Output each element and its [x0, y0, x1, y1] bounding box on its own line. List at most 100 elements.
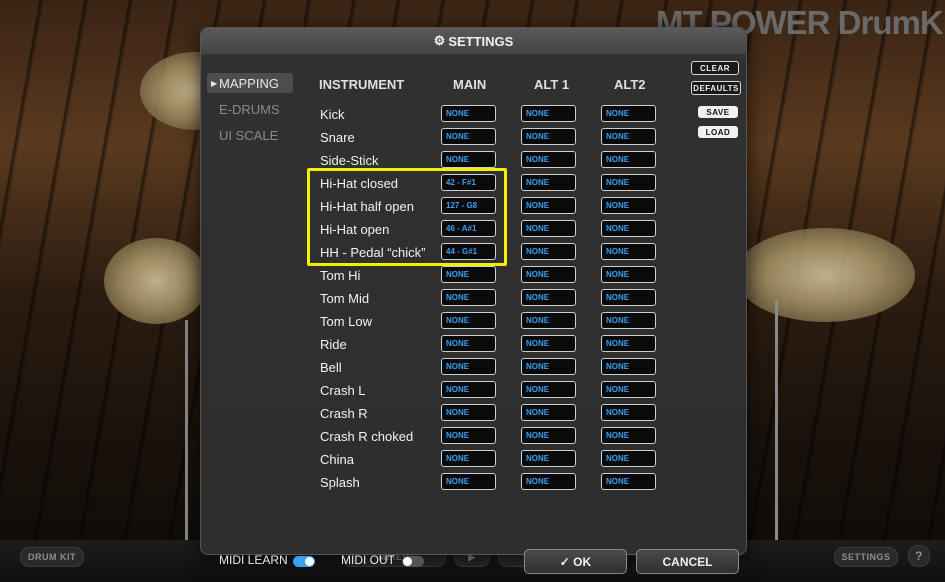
mapping-field-alt1[interactable]: NONE	[521, 358, 576, 375]
mapping-field-alt1[interactable]: NONE	[521, 197, 576, 214]
mapping-field-alt2[interactable]: NONE	[601, 404, 656, 421]
col-header-instrument: INSTRUMENT	[319, 77, 405, 92]
mapping-field-alt1[interactable]: NONE	[521, 151, 576, 168]
instrument-name: Crash L	[320, 383, 366, 398]
mapping-field-alt2[interactable]: NONE	[601, 128, 656, 145]
mapping-field-alt2[interactable]: NONE	[601, 450, 656, 467]
instrument-name: Splash	[320, 475, 360, 490]
mapping-field-alt2[interactable]: NONE	[601, 220, 656, 237]
mapping-field-alt2[interactable]: NONE	[601, 381, 656, 398]
save-button[interactable]: SAVE	[698, 106, 738, 118]
instrument-name: Side-Stick	[320, 153, 379, 168]
mapping-field-main[interactable]: NONE	[441, 312, 496, 329]
mapping-row: Crash L NONE NONE NONE	[319, 381, 679, 403]
dialog-title-bar: ⚙ SETTINGS	[201, 28, 746, 54]
cymbal-left-mid	[104, 238, 208, 324]
mapping-field-alt1[interactable]: NONE	[521, 381, 576, 398]
midi-learn-toggle[interactable]	[293, 556, 315, 567]
mapping-field-alt1[interactable]: NONE	[521, 450, 576, 467]
mapping-field-main[interactable]: NONE	[441, 335, 496, 352]
nav-e-drums[interactable]: E-DRUMS	[207, 99, 293, 119]
mapping-field-alt2[interactable]: NONE	[601, 105, 656, 122]
ok-button[interactable]: ✓ OK	[524, 549, 627, 574]
nav-ui-scale[interactable]: UI SCALE	[207, 125, 293, 145]
mapping-row: Tom Hi NONE NONE NONE	[319, 266, 679, 288]
mapping-row: Ride NONE NONE NONE	[319, 335, 679, 357]
mapping-field-alt2[interactable]: NONE	[601, 151, 656, 168]
dialog-title: SETTINGS	[448, 33, 514, 49]
mapping-field-alt2[interactable]: NONE	[601, 174, 656, 191]
mapping-field-alt2[interactable]: NONE	[601, 473, 656, 490]
col-header-alt1: ALT 1	[534, 77, 570, 92]
instrument-name: Tom Hi	[320, 268, 361, 283]
highlight-box	[307, 168, 507, 266]
drum-kit-button[interactable]: DRUM KIT	[20, 547, 84, 567]
instrument-name: Snare	[320, 130, 355, 145]
mapping-field-alt2[interactable]: NONE	[601, 335, 656, 352]
help-button[interactable]: ?	[908, 545, 930, 567]
mapping-field-main[interactable]: NONE	[441, 427, 496, 444]
mapping-row: Snare NONE NONE NONE	[319, 128, 679, 150]
mapping-field-main[interactable]: NONE	[441, 151, 496, 168]
mapping-field-main[interactable]: NONE	[441, 473, 496, 490]
cymbal-stand-left	[185, 320, 188, 540]
instrument-name: Bell	[320, 360, 342, 375]
mapping-field-alt2[interactable]: NONE	[601, 358, 656, 375]
midi-learn-label: MIDI LEARN	[219, 553, 288, 567]
mapping-field-main[interactable]: NONE	[441, 105, 496, 122]
instrument-name: Crash R choked	[320, 429, 414, 444]
defaults-button[interactable]: DEFAULTS	[691, 81, 741, 95]
mapping-field-alt1[interactable]: NONE	[521, 220, 576, 237]
mapping-field-main[interactable]: NONE	[441, 450, 496, 467]
mapping-field-main[interactable]: NONE	[441, 128, 496, 145]
toggle-knob	[305, 557, 314, 566]
mapping-field-alt2[interactable]: NONE	[601, 243, 656, 260]
mapping-field-main[interactable]: NONE	[441, 404, 496, 421]
instrument-name: Tom Low	[320, 314, 373, 329]
mapping-row: Crash R NONE NONE NONE	[319, 404, 679, 426]
mapping-row: Tom Mid NONE NONE NONE	[319, 289, 679, 311]
mapping-field-main[interactable]: NONE	[441, 358, 496, 375]
settings-button[interactable]: SETTINGS	[834, 547, 898, 567]
toggle-knob	[403, 557, 412, 566]
mapping-field-alt1[interactable]: NONE	[521, 105, 576, 122]
mapping-field-main[interactable]: NONE	[441, 266, 496, 283]
instrument-name: Tom Mid	[320, 291, 370, 306]
instrument-name: Crash R	[320, 406, 368, 421]
cymbal-stand-right	[775, 300, 778, 540]
instrument-name: Kick	[320, 107, 345, 122]
mapping-row: Splash NONE NONE NONE	[319, 473, 679, 495]
midi-out-label: MIDI OUT	[341, 553, 395, 567]
mapping-row: Bell NONE NONE NONE	[319, 358, 679, 380]
nav-label: E-DRUMS	[219, 101, 280, 117]
mapping-field-alt1[interactable]: NONE	[521, 473, 576, 490]
mapping-field-alt1[interactable]: NONE	[521, 174, 576, 191]
mapping-field-alt1[interactable]: NONE	[521, 312, 576, 329]
nav-mapping[interactable]: ▶ MAPPING	[207, 73, 293, 93]
settings-dialog: ⚙ SETTINGS ▶ MAPPING E-DRUMS UI SCALE IN…	[200, 27, 747, 574]
midi-out-toggle[interactable]	[402, 556, 424, 567]
mapping-row: Crash R choked NONE NONE NONE	[319, 427, 679, 449]
mapping-row: Kick NONE NONE NONE	[319, 105, 679, 127]
mapping-field-main[interactable]: NONE	[441, 381, 496, 398]
mapping-field-alt1[interactable]: NONE	[521, 335, 576, 352]
mapping-field-alt1[interactable]: NONE	[521, 427, 576, 444]
mapping-field-alt1[interactable]: NONE	[521, 404, 576, 421]
mapping-field-alt1[interactable]: NONE	[521, 289, 576, 306]
instrument-name: Ride	[320, 337, 347, 352]
mapping-field-alt2[interactable]: NONE	[601, 312, 656, 329]
mapping-field-alt1[interactable]: NONE	[521, 128, 576, 145]
mapping-field-alt1[interactable]: NONE	[521, 266, 576, 283]
gear-icon: ⚙	[433, 33, 446, 48]
mapping-field-alt2[interactable]: NONE	[601, 289, 656, 306]
clear-button[interactable]: CLEAR	[691, 61, 739, 75]
mapping-field-alt2[interactable]: NONE	[601, 197, 656, 214]
mapping-field-alt1[interactable]: NONE	[521, 243, 576, 260]
mapping-field-alt2[interactable]: NONE	[601, 266, 656, 283]
mapping-field-main[interactable]: NONE	[441, 289, 496, 306]
cancel-button[interactable]: CANCEL	[636, 549, 739, 574]
mapping-field-alt2[interactable]: NONE	[601, 427, 656, 444]
cymbal-right	[735, 228, 915, 322]
load-button[interactable]: LOAD	[698, 126, 738, 138]
nav-label: MAPPING	[219, 75, 279, 91]
